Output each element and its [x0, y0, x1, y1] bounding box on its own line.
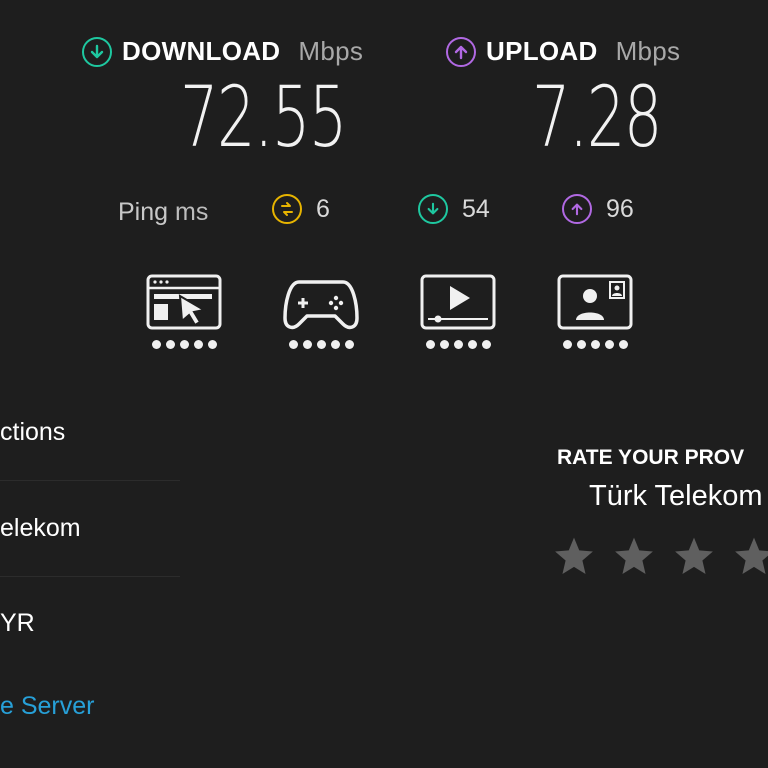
- speedtest-results-panel: DOWNLOAD Mbps 72.55 UPLOAD Mbps 7.28 Ping …: [0, 0, 768, 768]
- web-browsing-rating[interactable]: [146, 274, 222, 354]
- upload-ping: 96: [562, 194, 634, 224]
- provider-name: Türk Telekom: [589, 480, 763, 512]
- upload-header: UPLOAD Mbps: [446, 36, 680, 67]
- gaming-rating[interactable]: [283, 274, 359, 354]
- upload-ping-value: 96: [606, 194, 634, 223]
- ping-row: Ping ms 6 54 96: [0, 194, 768, 234]
- idle-ping: 6: [272, 194, 330, 224]
- change-server-link[interactable]: e Server: [0, 692, 94, 721]
- gaming-icon: [283, 280, 359, 330]
- star-icon[interactable]: [613, 535, 655, 577]
- upload-value: 7.28: [532, 68, 662, 166]
- download-ping: 54: [418, 194, 490, 224]
- download-label: DOWNLOAD: [122, 36, 281, 66]
- divider: [0, 576, 180, 577]
- divider: [0, 480, 180, 481]
- video-streaming-icon: [420, 274, 496, 330]
- video-call-dots: [557, 340, 633, 349]
- upload-icon: [446, 36, 476, 67]
- download-ping-icon: [418, 194, 448, 224]
- video-call-rating[interactable]: [557, 274, 633, 354]
- download-ping-value: 54: [462, 194, 490, 223]
- upload-ping-icon: [562, 194, 592, 224]
- video-streaming-dots: [420, 340, 496, 349]
- download-unit: Mbps: [298, 36, 364, 66]
- video-call-icon: [557, 274, 633, 330]
- idle-ping-icon: [272, 194, 302, 224]
- star-icon[interactable]: [733, 535, 768, 577]
- star-icon[interactable]: [553, 535, 595, 577]
- web-browsing-icon: [146, 274, 222, 330]
- upload-unit: Mbps: [615, 36, 681, 66]
- location-item: YR: [0, 609, 35, 637]
- download-header: DOWNLOAD Mbps: [82, 36, 363, 67]
- rating-stars: [553, 535, 768, 577]
- web-browsing-dots: [146, 340, 222, 349]
- connections-item[interactable]: ctions: [0, 418, 65, 447]
- rate-provider-title: RATE YOUR PROV: [557, 446, 745, 469]
- star-icon[interactable]: [673, 535, 715, 577]
- gaming-dots: [283, 340, 359, 349]
- video-streaming-rating[interactable]: [420, 274, 496, 354]
- download-value: 72.55: [180, 68, 347, 166]
- provider-item: elekom: [0, 514, 81, 542]
- idle-ping-value: 6: [316, 194, 330, 223]
- ping-label: Ping ms: [118, 198, 209, 226]
- download-icon: [82, 36, 112, 67]
- upload-label: UPLOAD: [486, 36, 598, 66]
